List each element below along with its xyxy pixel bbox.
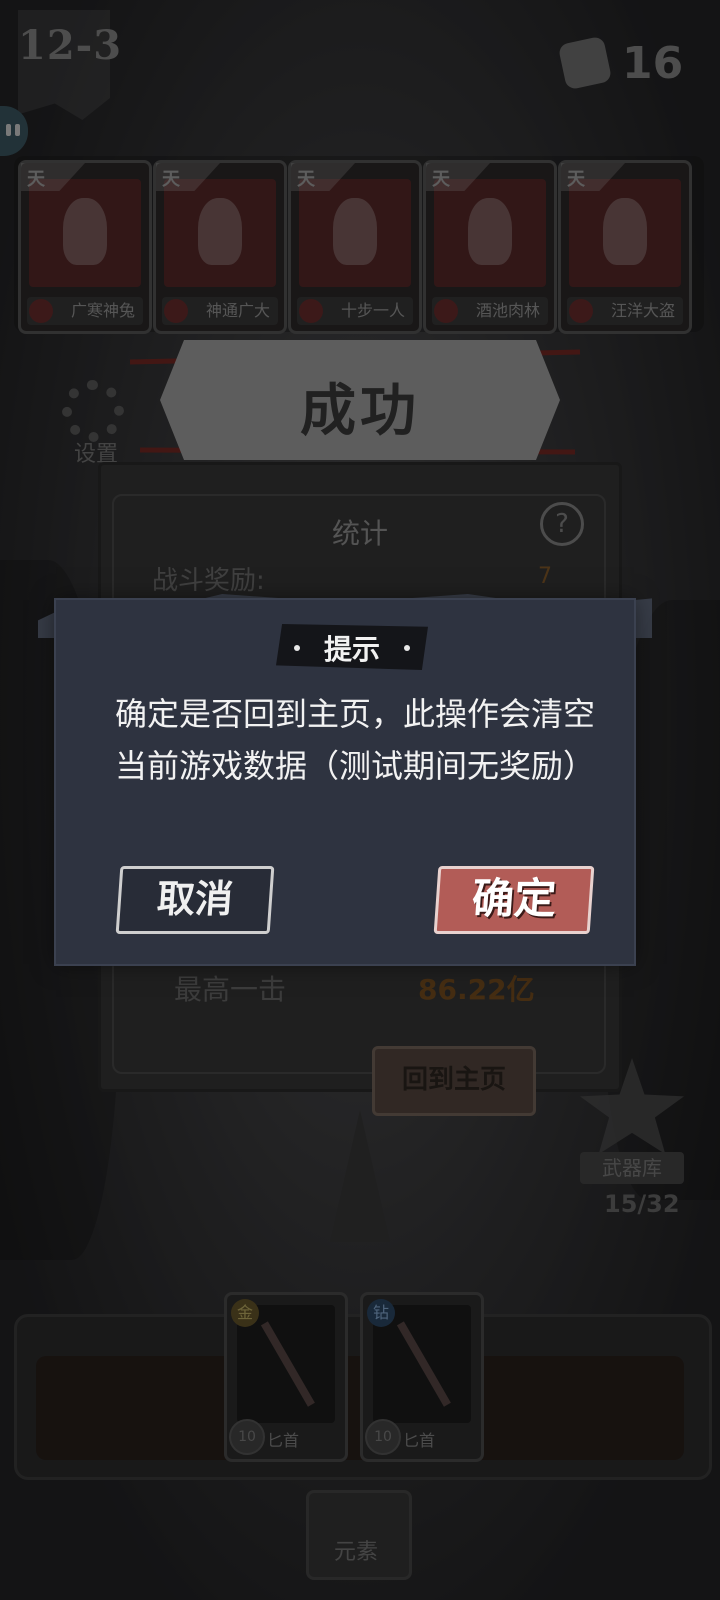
- cancel-button[interactable]: 取消: [115, 866, 275, 934]
- confirm-button[interactable]: 确定: [433, 866, 595, 934]
- dialog-message: 确定是否回到主页，此操作会清空当前游戏数据（测试期间无奖励）: [114, 695, 595, 785]
- dialog-title: 提示: [323, 633, 380, 666]
